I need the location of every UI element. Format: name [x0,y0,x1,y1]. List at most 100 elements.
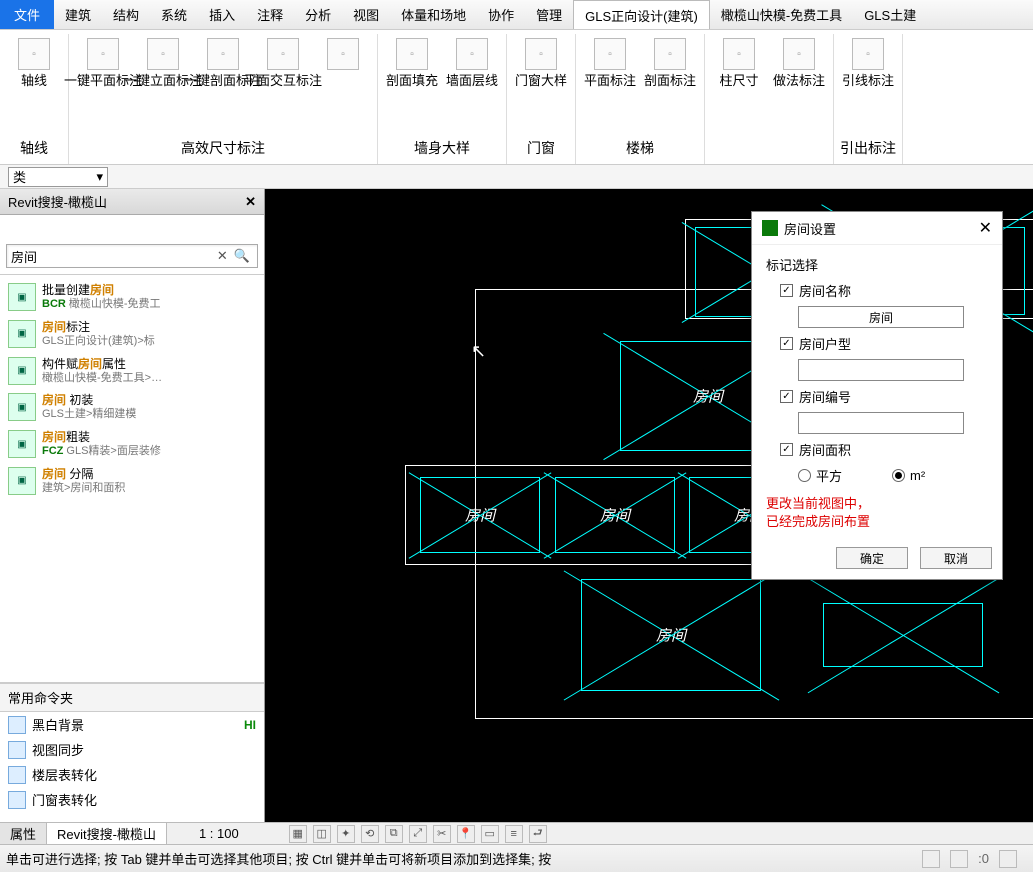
search-input[interactable] [11,249,214,264]
viewtool-icon[interactable]: ✦ [337,825,355,843]
search-icon[interactable]: 🔍 [231,248,253,264]
tab-properties[interactable]: 属性 [0,823,47,844]
ribbon-button[interactable]: ▫引线标注 [840,36,896,91]
cmd-item[interactable]: 黑白背景 HI [0,712,264,737]
checkbox-room-type[interactable]: ✓ [780,337,793,350]
label-room-type: 房间户型 [799,334,851,353]
ribbon-button[interactable]: ▫ 剖面填充 [384,36,440,91]
menu-file[interactable]: 文件 [0,0,54,29]
menu-item[interactable]: 系统 [150,0,198,29]
search-result-item[interactable]: ▣房间粗装FCZGLS精装>面层装修 [2,426,262,463]
ribbon-button[interactable]: ▫轴线 [6,36,62,91]
input-room-number[interactable] [798,412,964,434]
cancel-button[interactable]: 取消 [920,547,992,569]
ribbon-group: ▫门窗大样门窗 [507,34,576,164]
viewtool-icon[interactable]: ⧉ [385,825,403,843]
ribbon-group: ▫引线标注引出标注 [834,34,903,164]
ribbon-button[interactable]: ▫一键剖面标注 [195,36,251,91]
drawing-canvas[interactable]: 房间房间房间房间房间 ↖ 房间设置 ✕ 标记选择 ✓ 房间名称 ✓ 房间户型 [265,189,1033,822]
ribbon-icon: ▫ [147,38,179,70]
ribbon: ▫轴线轴线▫一键平面标注▫一键立面标注▫一键剖面标注▫平面交互标注▫高效尺寸标注… [0,30,1033,165]
search-result-item[interactable]: ▣房间 分隔建筑>房间和面积 [2,463,262,500]
close-icon[interactable]: ✕ [979,218,992,238]
type-combo[interactable]: 类 ▾ [8,167,108,187]
combo-value: 类 [13,167,26,186]
input-room-type[interactable] [798,359,964,381]
status-icon[interactable] [950,850,968,868]
menu-item[interactable]: 注释 [246,0,294,29]
scale-display[interactable]: 1 : 100 [189,823,249,844]
close-icon[interactable]: ✕ [245,194,256,210]
viewtool-icon[interactable]: ◫ [313,825,331,843]
ribbon-button[interactable]: ▫平面交互标注 [255,36,311,91]
search-result-item[interactable]: ▣构件赋房间属性橄榄山快模-免费工具>… [2,353,262,390]
ribbon-button[interactable]: ▫柱尺寸 [711,36,767,91]
viewtool-icon[interactable]: ✂ [433,825,451,843]
dialog-title: 房间设置 [784,219,836,238]
room-label: 房间 [600,505,630,526]
room-rect[interactable] [823,603,983,667]
viewtool-icon[interactable]: ⤢ [409,825,427,843]
cmd-item[interactable]: 视图同步 [0,737,264,762]
ribbon-button[interactable]: ▫做法标注 [771,36,827,91]
menu-item[interactable]: GLS土建 [853,0,927,29]
ribbon-icon: ▫ [654,38,686,70]
ribbon-button[interactable]: ▫门窗大样 [513,36,569,91]
ribbon-group-label: 轴线 [20,134,48,164]
menu-item[interactable]: 结构 [102,0,150,29]
status-icon[interactable] [999,850,1017,868]
ribbon-icon: ▫ [525,38,557,70]
ribbon-button[interactable]: ▫平面标注 [582,36,638,91]
ribbon-icon: ▫ [18,38,50,70]
menu-item[interactable]: 视图 [342,0,390,29]
cmd-item[interactable]: 门窗表转化 [0,787,264,812]
ribbon-button[interactable]: ▫一键立面标注 [135,36,191,91]
cmd-shortcut: HI [244,718,256,732]
cmd-label: 黑白背景 [32,715,84,734]
room-rect[interactable]: 房间 [581,579,761,691]
input-room-name[interactable] [798,306,964,328]
viewtool-icon[interactable]: ⮐ [529,825,547,843]
menu-item[interactable]: 建筑 [54,0,102,29]
sidebar-revit-search: Revit搜搜-橄榄山 ✕ ✕ 🔍 ▣批量创建房间BCR橄榄山快模-免费工▣房间… [0,189,265,822]
viewtool-icon[interactable]: 📍 [457,825,475,843]
viewtool-icon[interactable]: ▭ [481,825,499,843]
cmd-item[interactable]: 楼层表转化 [0,762,264,787]
ribbon-button[interactable]: ▫一键平面标注 [75,36,131,91]
section-label: 标记选择 [766,251,988,278]
radio-sq[interactable] [798,469,811,482]
room-rect[interactable]: 房间 [555,477,675,553]
search-result-item[interactable]: ▣房间 初装GLS土建>精细建模 [2,389,262,426]
cmd-label: 楼层表转化 [32,765,97,784]
checkbox-room-name[interactable]: ✓ [780,284,793,297]
viewtool-icon[interactable]: ▦ [289,825,307,843]
ribbon-button[interactable]: ▫ [315,36,371,76]
menu-item[interactable]: GLS正向设计(建筑) [573,0,710,29]
ribbon-button[interactable]: ▫剖面标注 [642,36,698,91]
ribbon-button-label: 剖面填充 [386,74,438,89]
menu-item[interactable]: 体量和场地 [390,0,477,29]
checkbox-room-area[interactable]: ✓ [780,443,793,456]
menu-item[interactable]: 橄榄山快模-免费工具 [710,0,853,29]
menu-item[interactable]: 管理 [525,0,573,29]
status-icon[interactable] [922,850,940,868]
viewtool-icon[interactable]: ⟲ [361,825,379,843]
ok-button[interactable]: 确定 [836,547,908,569]
clear-icon[interactable]: ✕ [214,248,231,264]
menu-item[interactable]: 分析 [294,0,342,29]
viewtool-icon[interactable]: ≡ [505,825,523,843]
cmd-icon [8,741,26,759]
radio-m2[interactable] [892,469,905,482]
checkbox-room-number[interactable]: ✓ [780,390,793,403]
menu-item[interactable]: 协作 [477,0,525,29]
menu-item[interactable]: 插入 [198,0,246,29]
search-result-item[interactable]: ▣房间标注GLS正向设计(建筑)>标 [2,316,262,353]
search-results: ▣批量创建房间BCR橄榄山快模-免费工▣房间标注GLS正向设计(建筑)>标▣构件… [0,275,264,683]
ribbon-group-label: 引出标注 [840,134,896,164]
menubar: 文件 建筑结构系统插入注释分析视图体量和场地协作管理GLS正向设计(建筑)橄榄山… [0,0,1033,30]
tab-revit-search[interactable]: Revit搜搜-橄榄山 [47,823,167,844]
ribbon-icon: ▫ [396,38,428,70]
search-result-item[interactable]: ▣批量创建房间BCR橄榄山快模-免费工 [2,279,262,316]
ribbon-button[interactable]: ▫墙面层线 [444,36,500,91]
room-rect[interactable]: 房间 [420,477,540,553]
